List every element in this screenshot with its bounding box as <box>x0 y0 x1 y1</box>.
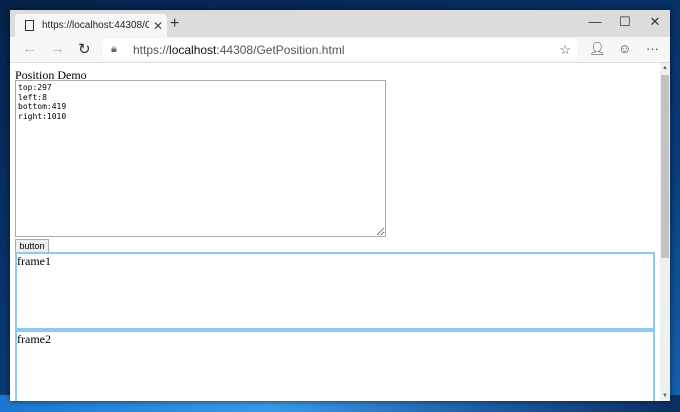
scroll-up-icon[interactable]: ▲ <box>660 65 670 71</box>
url-text: https://localhost:44308/GetPosition.html <box>133 42 345 57</box>
more-menu-icon[interactable]: ··· <box>646 41 659 56</box>
browser-window: https://localhost:44308/GetPosition.html… <box>10 10 670 401</box>
get-position-button[interactable]: button <box>15 239 49 253</box>
tab-strip: https://localhost:44308/GetPosition.html… <box>10 10 670 37</box>
favorite-star-icon[interactable]: ☆ <box>559 42 571 58</box>
frame1-label: frame1 <box>17 254 51 268</box>
new-tab-button[interactable]: + <box>170 15 179 33</box>
scroll-down-icon[interactable]: ▼ <box>660 393 670 399</box>
vertical-scrollbar[interactable]: ▲ ▼ <box>660 63 670 401</box>
address-bar[interactable]: 🔒︎ https://localhost:44308/GetPosition.h… <box>103 39 577 60</box>
frame2-label: frame2 <box>17 332 51 346</box>
back-icon[interactable]: ← <box>22 40 37 57</box>
tab-title: https://localhost:44308/GetPosition.html <box>42 20 149 31</box>
toolbar: ← → ↻ 🔒︎ https://localhost:44308/GetPosi… <box>10 37 670 63</box>
minimize-button[interactable]: — <box>580 14 610 29</box>
scrollbar-thumb[interactable] <box>661 75 669 258</box>
close-window-button[interactable]: ✕ <box>640 14 670 30</box>
page-content: Position Demo top:297 left:8 bottom:419 … <box>10 63 660 401</box>
frame1: frame1 <box>15 252 655 330</box>
refresh-icon[interactable]: ↻ <box>78 40 91 58</box>
frame2: frame2 <box>15 330 655 401</box>
feedback-smiley-icon[interactable]: ☺ <box>618 41 631 56</box>
tab-getposition[interactable]: https://localhost:44308/GetPosition.html… <box>15 14 167 37</box>
lock-icon: 🔒︎ <box>111 43 117 55</box>
maximize-button[interactable]: ☐ <box>610 14 640 30</box>
page-icon <box>25 20 34 31</box>
profile-icon[interactable]: 👤︎ <box>589 41 606 57</box>
forward-icon[interactable]: → <box>50 40 65 57</box>
position-output-textarea[interactable]: top:297 left:8 bottom:419 right:1010 <box>15 80 386 237</box>
tab-close-icon[interactable]: ✕ <box>149 19 167 33</box>
